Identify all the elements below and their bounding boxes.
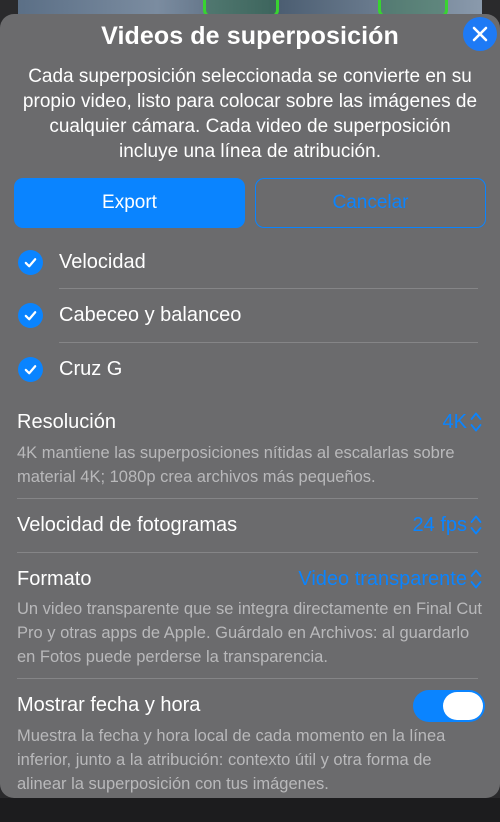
divider bbox=[17, 678, 478, 679]
sheet-title: Videos de superposición bbox=[101, 22, 399, 50]
format-picker[interactable]: Video transparente bbox=[298, 567, 482, 591]
framerate-label: Velocidad de fotogramas bbox=[17, 514, 238, 536]
format-description: Un video transparente que se integra dir… bbox=[17, 600, 483, 666]
checkmark-circle-icon bbox=[18, 250, 43, 275]
timestamp-description: Muestra la fecha y hora local de cada mo… bbox=[17, 727, 446, 793]
overlay-option-label: Velocidad bbox=[59, 251, 146, 273]
timestamp-label: Mostrar fecha y hora bbox=[17, 694, 201, 716]
close-x-icon bbox=[472, 26, 488, 42]
chevron-up-down-icon bbox=[470, 412, 482, 432]
toggle-knob bbox=[443, 692, 483, 720]
close-button[interactable] bbox=[463, 17, 497, 51]
overlay-videos-sheet: Videos de superposición Cada superposici… bbox=[0, 14, 500, 798]
framerate-picker[interactable]: 24 fps bbox=[413, 513, 482, 537]
format-value: Video transparente bbox=[298, 567, 467, 590]
resolution-label: Resolución bbox=[17, 411, 116, 433]
resolution-value: 4K bbox=[442, 410, 467, 433]
chevron-up-down-icon bbox=[470, 515, 482, 535]
timestamp-toggle[interactable] bbox=[413, 690, 485, 722]
overlay-option-g-cross[interactable]: Cruz G bbox=[18, 343, 478, 396]
cancel-button[interactable]: Cancelar bbox=[255, 178, 486, 228]
framerate-value: 24 fps bbox=[412, 513, 467, 536]
overlay-option-label: Cabeceo y balanceo bbox=[59, 304, 242, 326]
sheet-subtitle: Cada superposición seleccionada se convi… bbox=[22, 66, 478, 162]
overlay-option-speed[interactable]: Velocidad bbox=[18, 236, 478, 289]
divider bbox=[17, 498, 478, 499]
chevron-up-down-icon bbox=[470, 569, 482, 589]
format-label: Formato bbox=[17, 568, 92, 590]
bottom-safe-area bbox=[0, 798, 500, 822]
resolution-description: 4K mantiene las superposiciones nítidas … bbox=[17, 444, 455, 486]
resolution-picker[interactable]: 4K bbox=[443, 410, 482, 434]
export-button[interactable]: Export bbox=[14, 178, 245, 228]
overlay-option-pitch-roll[interactable]: Cabeceo y balanceo bbox=[18, 289, 478, 342]
checkmark-circle-icon bbox=[18, 357, 43, 382]
divider bbox=[17, 552, 478, 553]
checkmark-circle-icon bbox=[18, 303, 43, 328]
overlay-option-label: Cruz G bbox=[59, 358, 123, 380]
